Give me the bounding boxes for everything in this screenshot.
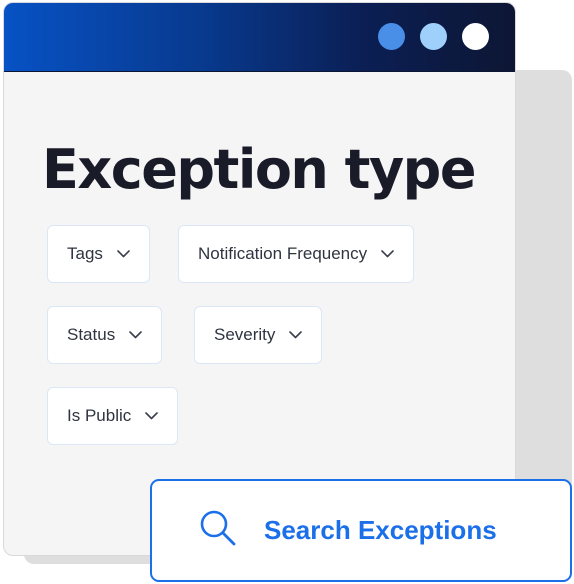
chevron-down-icon [129,331,143,339]
filter-label: Notification Frequency [198,244,368,263]
control-dot-blue[interactable] [378,23,405,50]
title-bar [4,3,515,72]
chevron-down-icon [145,412,159,420]
filter-severity-dropdown[interactable]: Severity [194,306,323,364]
chevron-down-icon [117,250,130,258]
search-icon [198,508,238,553]
chevron-down-icon [381,250,394,258]
filter-label: Is Public [67,406,132,425]
search-exceptions-button[interactable]: Search Exceptions [150,479,572,582]
app-window: Exception type Tags Notification Frequen… [3,2,516,556]
filter-label: Status [67,325,116,344]
stage: Exception type Tags Notification Frequen… [0,0,574,584]
filter-label: Tags [67,244,103,263]
chevron-down-icon [289,331,303,339]
filter-tags-dropdown[interactable]: Tags [47,225,150,283]
control-dot-light[interactable] [420,23,447,50]
filter-label: Severity [214,325,276,344]
search-label: Search Exceptions [264,515,497,545]
filter-is-public-dropdown[interactable]: Is Public [47,387,179,445]
control-dot-white[interactable] [462,23,489,50]
window-controls [378,23,489,50]
filter-notification-frequency-dropdown[interactable]: Notification Frequency [178,225,415,283]
filter-status-dropdown[interactable]: Status [47,306,163,364]
page-title: Exception type [42,138,476,201]
